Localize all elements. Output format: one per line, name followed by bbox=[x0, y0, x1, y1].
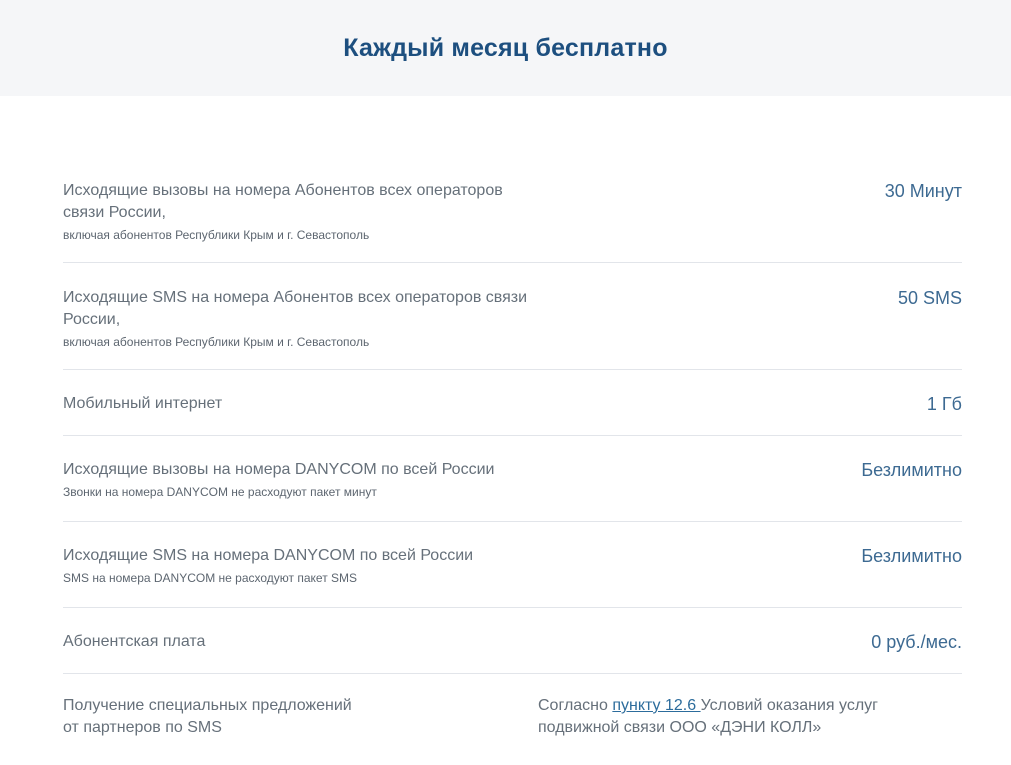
page-title: Каждый месяц бесплатно bbox=[343, 33, 668, 62]
row-label: Исходящие вызовы на номера DANYCOM по вс… bbox=[63, 461, 495, 478]
table-row: Исходящие вызовы на номера DANYCOM по вс… bbox=[63, 436, 962, 522]
row-sublabel: включая абонентов Республики Крым и г. С… bbox=[63, 335, 370, 349]
row-label: Абонентская плата bbox=[63, 633, 206, 650]
row-value: 50 SMS bbox=[897, 288, 962, 308]
table-row: Исходящие SMS на номера Абонентов всех о… bbox=[63, 263, 962, 370]
row-label: Исходящие SMS на номера DANYCOM по всей … bbox=[63, 547, 474, 564]
table-row: Исходящие SMS на номера DANYCOM по всей … bbox=[63, 522, 962, 608]
terms-link[interactable]: пункту 12.6 bbox=[612, 697, 700, 714]
row-label-block: Мобильный интернет bbox=[63, 393, 533, 435]
row-label-line: от партнеров по SMS bbox=[63, 719, 222, 736]
table-row: Мобильный интернет 1 Гб bbox=[63, 370, 962, 436]
table-row: Получение специальных предложений от пар… bbox=[63, 674, 962, 754]
row-value: Безлимитно bbox=[861, 546, 962, 566]
row-sublabel: SMS на номера DANYCOM не расходуют пакет… bbox=[63, 571, 358, 585]
row-value: 30 Минут bbox=[884, 181, 962, 201]
row-value: Безлимитно bbox=[861, 460, 962, 480]
row-label-line: Получение специальных предложений bbox=[63, 697, 352, 714]
row-label-block: Исходящие SMS на номера DANYCOM по всей … bbox=[63, 545, 533, 607]
table-row: Исходящие вызовы на номера Абонентов все… bbox=[63, 158, 962, 263]
row-sublabel: включая абонентов Республики Крым и г. С… bbox=[63, 228, 370, 242]
row-value: 1 Гб bbox=[926, 394, 962, 414]
row-label-block: Получение специальных предложений от пар… bbox=[63, 695, 533, 754]
row-label-block: Абонентская плата bbox=[63, 631, 533, 673]
row-note: Согласно пункту 12.6 Условий оказания ус… bbox=[538, 695, 962, 754]
row-label: Исходящие SMS на номера Абонентов всех о… bbox=[63, 289, 528, 328]
row-label-block: Исходящие вызовы на номера DANYCOM по вс… bbox=[63, 459, 533, 521]
row-sublabel: Звонки на номера DANYCOM не расходуют па… bbox=[63, 485, 377, 499]
tariff-table: Исходящие вызовы на номера Абонентов все… bbox=[63, 158, 962, 754]
table-row: Абонентская плата 0 руб./мес. bbox=[63, 608, 962, 674]
row-value: 0 руб./мес. bbox=[871, 632, 962, 652]
row-label: Исходящие вызовы на номера Абонентов все… bbox=[63, 182, 503, 221]
row-label-block: Исходящие вызовы на номера Абонентов все… bbox=[63, 180, 533, 262]
row-label-block: Исходящие SMS на номера Абонентов всех о… bbox=[63, 287, 533, 369]
page-header: Каждый месяц бесплатно bbox=[0, 0, 1011, 96]
row-label: Мобильный интернет bbox=[63, 395, 223, 412]
note-prefix: Согласно bbox=[538, 697, 613, 714]
